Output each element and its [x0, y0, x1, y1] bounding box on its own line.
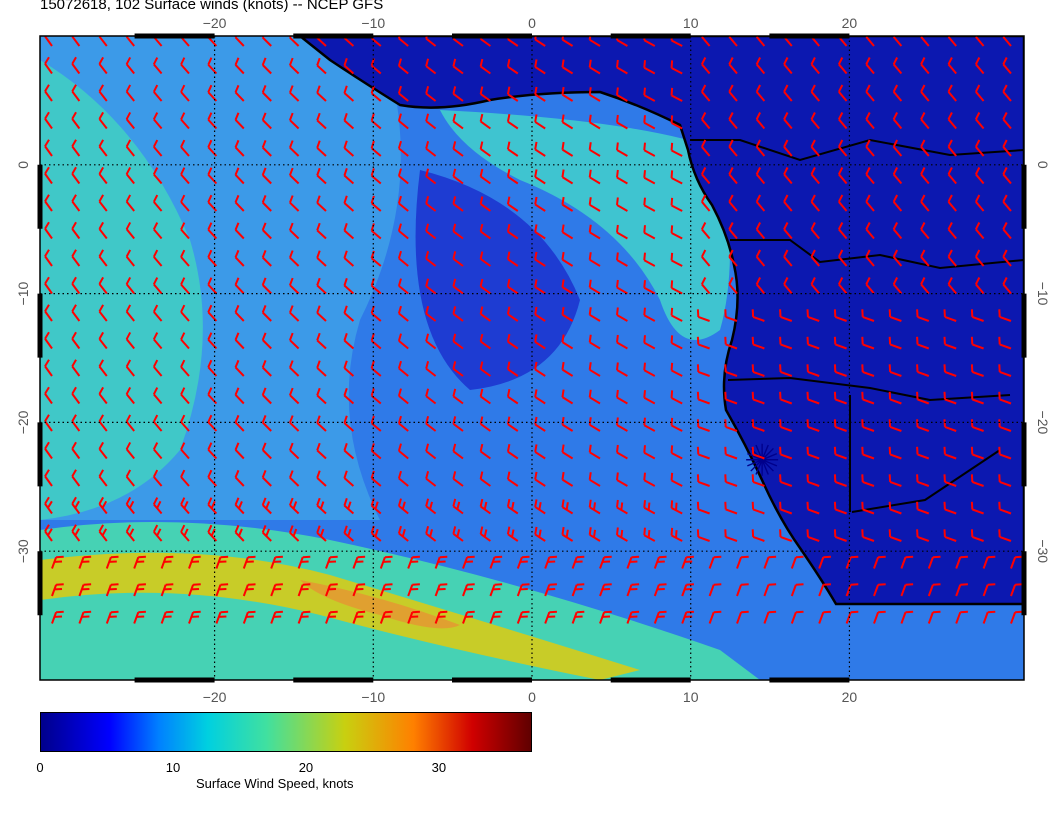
- lat-tick-label-left: −10: [15, 282, 31, 306]
- lon-tick-label-bottom: −10: [361, 689, 385, 705]
- colorbar-tick-label: 10: [165, 760, 181, 775]
- lat-tick-label-right: −20: [1035, 411, 1051, 435]
- lon-tick-label-bottom: 10: [683, 689, 699, 705]
- lat-tick-label-left: −30: [15, 539, 31, 563]
- lon-tick-label-bottom: 20: [842, 689, 858, 705]
- lat-tick-label-left: −20: [15, 410, 31, 434]
- lat-tick-label-left: 0: [15, 161, 31, 169]
- lon-tick-label-bottom: −20: [203, 689, 227, 705]
- wind-map[interactable]: −20 −20 −10 −10 0 0 10 10 20 20 0 0 −10 −10 −20 −20 −30 −…: [0, 0, 1056, 705]
- lat-tick-label-right: −10: [1035, 282, 1051, 306]
- lon-tick-label-top: 0: [528, 15, 536, 31]
- lon-tick-label-bottom: 0: [528, 689, 536, 705]
- lon-tick-label-top: −20: [203, 15, 227, 31]
- colorbar-tick-label: 0: [36, 760, 44, 775]
- lat-tick-label-right: 0: [1035, 161, 1051, 169]
- lat-tick-label-right: −30: [1035, 539, 1051, 563]
- lon-tick-label-top: 20: [842, 15, 858, 31]
- location-marker-icon: [746, 443, 779, 476]
- lon-tick-label-top: −10: [361, 15, 385, 31]
- colorbar-tick-label: 20: [298, 760, 314, 775]
- colorbar-label: Surface Wind Speed, knots: [196, 776, 354, 791]
- colorbar-tick-label: 30: [431, 760, 447, 775]
- lon-tick-label-top: 10: [683, 15, 699, 31]
- colorbar: [40, 712, 532, 752]
